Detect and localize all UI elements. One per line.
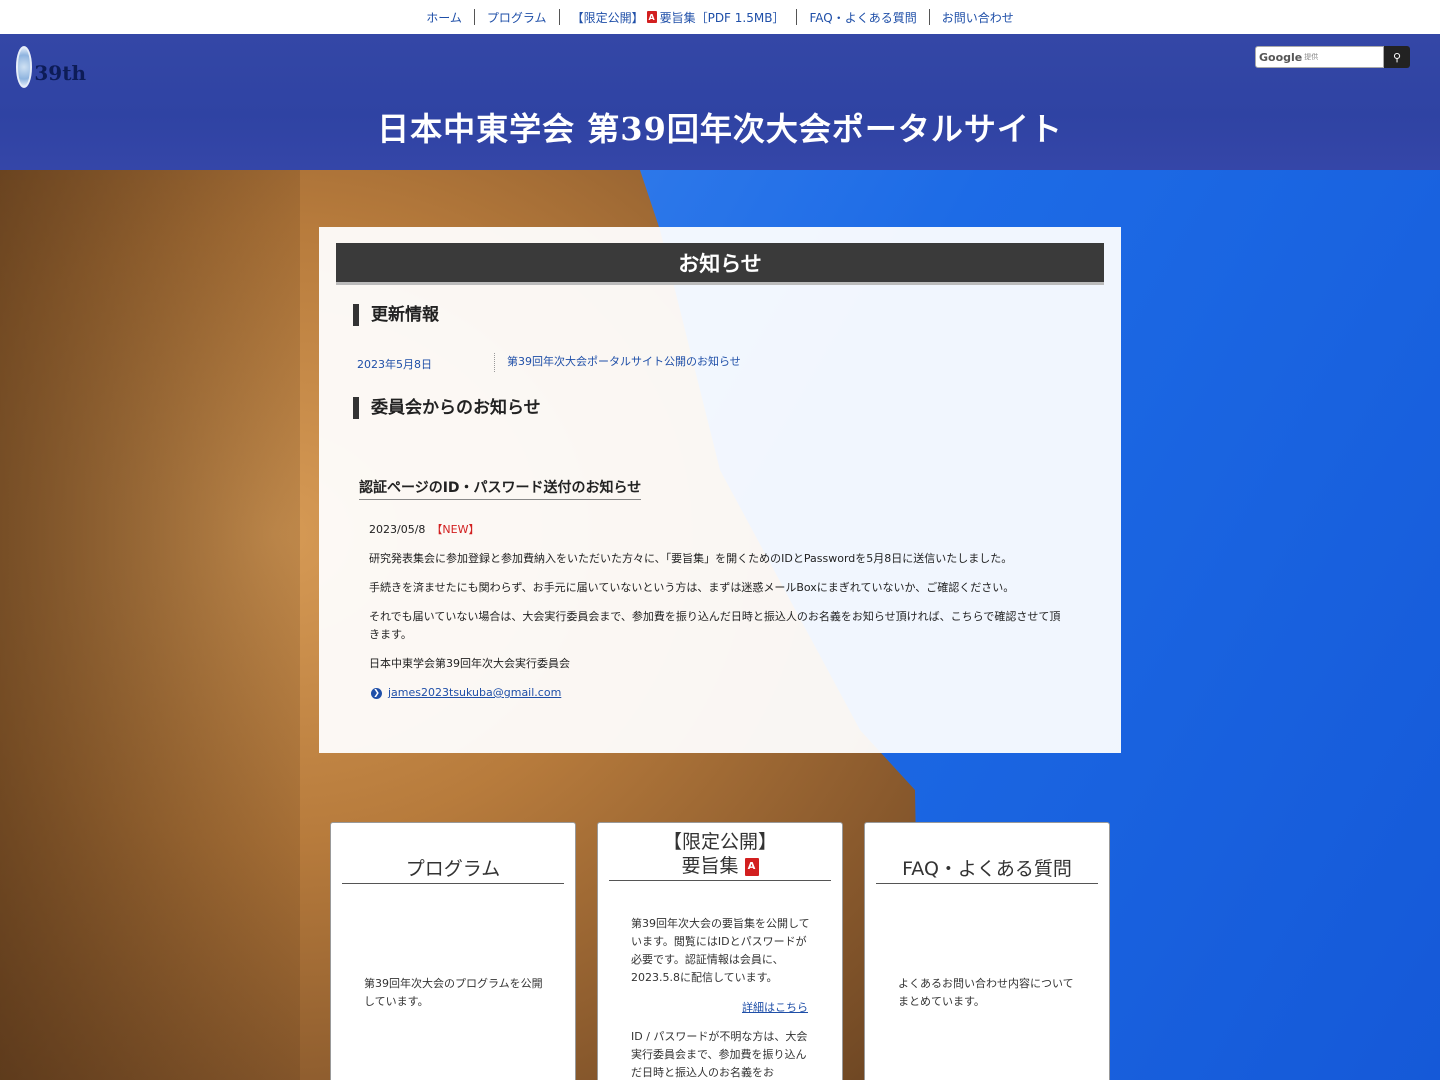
updates-heading: 更新情報 (353, 304, 439, 326)
search-provider-label: 提供 (1304, 53, 1319, 61)
card-program-title: プログラム (342, 857, 564, 884)
notice-date-line: 2023/05/8 【NEW】 (369, 521, 1069, 539)
card-faq-text: よくあるお問い合わせ内容についてまとめています。 (898, 977, 1074, 1008)
rock-shadow (0, 170, 300, 1080)
news-date: 2023年5月8日 (357, 353, 495, 372)
search-icon: ⚲ (1392, 50, 1402, 64)
site-title: 日本中東学会 第39回年次大会ポータルサイト (377, 110, 1063, 148)
card-abstracts-text: 第39回年次大会の要旨集を公開しています。閲覧にはIDとパスワードが必要です。認… (631, 917, 810, 984)
logo-text: 39th (34, 61, 86, 85)
logo-emblem (16, 46, 33, 88)
notice-signature: 日本中東学会第39回年次大会実行委員会 (369, 657, 570, 670)
notice-paragraph: それでも届いていない場合は、大会実行委員会まで、参加費を振り込んだ日時と振込人の… (369, 610, 1061, 641)
nav-abstracts-pdf[interactable]: 【限定公開】 A 要旨集［PDF 1.5MB］ (560, 9, 797, 26)
nav-abstracts-prefix: 【限定公開】 (571, 10, 644, 25)
arrow-circle-icon: ❯ (371, 687, 382, 699)
search-form: Google 提供 ⚲ (1255, 46, 1410, 68)
card-abstracts-title-line2: 要旨集 (681, 855, 739, 877)
notice-title: 認証ページのID・パスワード送付のお知らせ (359, 477, 642, 500)
search-button[interactable]: ⚲ (1384, 46, 1410, 68)
notice-paragraph: 研究発表集会に参加登録と参加費納入をいただいた方々に、「要旨集」を開くためのID… (369, 552, 1013, 565)
site-header: 39th 日本中東学会 第39回年次大会ポータルサイト Google 提供 ⚲ (0, 34, 1440, 170)
news-link[interactable]: 第39回年次大会ポータルサイト公開のお知らせ (495, 353, 741, 372)
card-faq[interactable]: FAQ・よくある質問 よくあるお問い合わせ内容についてまとめています。 (864, 822, 1110, 1080)
card-abstracts[interactable]: 【限定公開】 要旨集 A 第39回年次大会の要旨集を公開しています。閲覧にはID… (597, 822, 843, 1080)
card-program-text: 第39回年次大会のプログラムを公開しています。 (364, 977, 543, 1008)
panel-title: お知らせ (336, 243, 1104, 285)
pdf-icon: A (744, 857, 759, 876)
nav-faq[interactable]: FAQ・よくある質問 (797, 9, 928, 26)
email-link[interactable]: james2023tsukuba@gmail.com (388, 684, 561, 702)
card-abstracts-text2: ID / パスワードが不明な方は、大会実行委員会まで、参加費を振り込んだ日時と振… (631, 1030, 808, 1079)
nav-program[interactable]: プログラム (475, 9, 559, 26)
card-abstracts-title: 【限定公開】 要旨集 A (609, 830, 831, 881)
google-label: Google (1259, 50, 1303, 64)
site-logo[interactable]: 39th (16, 44, 86, 90)
search-input[interactable]: Google 提供 (1255, 46, 1384, 68)
pdf-icon: A (646, 11, 657, 23)
card-faq-title: FAQ・よくある質問 (876, 857, 1098, 884)
card-abstracts-title-line2-wrap: 要旨集 A (609, 854, 831, 878)
nav-abstracts-label: 要旨集［PDF 1.5MB］ (659, 10, 785, 25)
nav-home[interactable]: ホーム (414, 9, 474, 26)
notice-body: 2023/05/8 【NEW】 研究発表集会に参加登録と参加費納入をいただいた方々… (369, 521, 1069, 702)
top-navigation: ホーム プログラム 【限定公開】 A 要旨集［PDF 1.5MB］ FAQ・よく… (0, 0, 1440, 34)
card-program[interactable]: プログラム 第39回年次大会のプログラムを公開しています。 (330, 822, 576, 1080)
nav-contact[interactable]: お問い合わせ (930, 9, 1026, 26)
notice-panel: お知らせ 更新情報 2023年5月8日 第39回年次大会ポータルサイト公開のお知… (319, 227, 1121, 753)
email-row: ❯ james2023tsukuba@gmail.com (371, 684, 1069, 702)
card-abstracts-title-line1: 【限定公開】 (662, 831, 777, 853)
details-link[interactable]: 詳細はこちら (742, 999, 808, 1015)
committee-heading: 委員会からのお知らせ (353, 397, 541, 419)
new-badge: 【NEW】 (431, 523, 480, 536)
notice-date: 2023/05/8 (369, 523, 426, 536)
news-item: 2023年5月8日 第39回年次大会ポータルサイト公開のお知らせ (357, 353, 777, 372)
notice-paragraph: 手続きを済ませたにも関わらず、お手元に届いていないという方は、まずは迷惑メールB… (369, 581, 1015, 594)
